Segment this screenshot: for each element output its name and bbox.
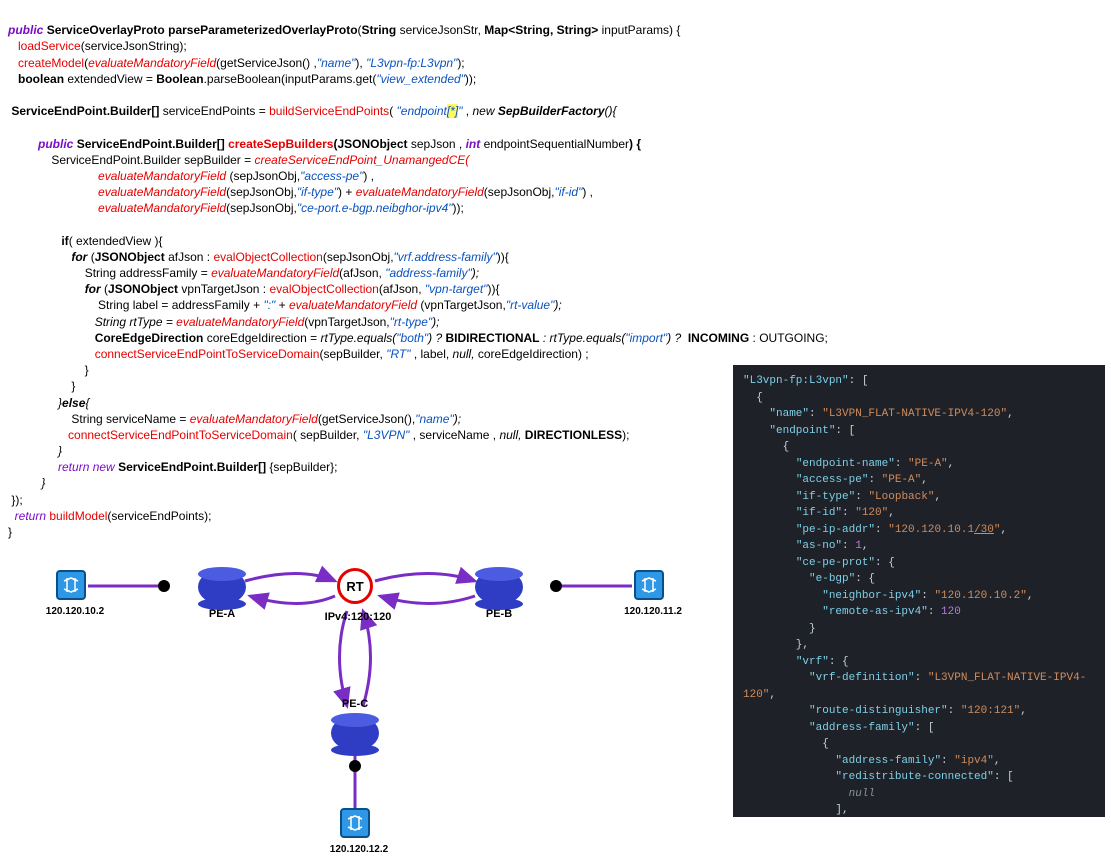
router-pe-b: PE-B <box>475 570 523 604</box>
kw-public: public <box>8 23 43 37</box>
json-panel: "L3vpn-fp:L3vpn": [ { "name": "L3VPN_FLA… <box>733 365 1105 817</box>
router-pe-c: PE-C <box>331 716 379 750</box>
network-diagram: RT IPv4:120:120 PE-A PE-B PE-C 120.120.1… <box>20 556 720 856</box>
router-pe-a: PE-A <box>198 570 246 604</box>
host-b: 120.120.11.2 <box>634 570 664 600</box>
dot <box>349 760 361 772</box>
dot <box>158 580 170 592</box>
host-a: 120.120.10.2 <box>56 570 86 600</box>
dot <box>550 580 562 592</box>
host-c: 120.120.12.2 <box>340 808 370 838</box>
rt-node: RT IPv4:120:120 <box>337 568 373 604</box>
